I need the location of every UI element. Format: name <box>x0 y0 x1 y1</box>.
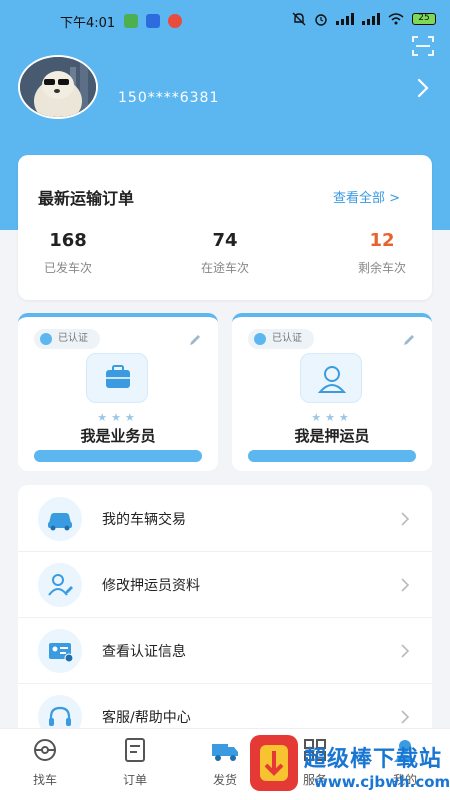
id-card-icon <box>38 629 82 673</box>
chevron-right-icon <box>401 578 410 592</box>
order-list-icon <box>125 738 145 762</box>
car-icon <box>38 497 82 541</box>
menu-item-certification[interactable]: 查看认证信息 <box>18 617 432 684</box>
rating-stars: ★★★ <box>311 411 353 424</box>
weibo-icon <box>168 14 182 28</box>
watermark-url: www.cjbwh.com <box>314 773 450 791</box>
menu-label: 查看认证信息 <box>102 644 186 660</box>
briefcase-icon <box>86 353 148 403</box>
edit-icon[interactable] <box>402 333 416 347</box>
orders-title: 最新运输订单 <box>38 189 135 208</box>
edit-icon[interactable] <box>188 333 202 347</box>
menu-item-vehicle-trade[interactable]: 我的车辆交易 <box>18 485 432 552</box>
steering-wheel-icon <box>34 739 56 761</box>
stat-value: 168 <box>49 230 87 251</box>
stat-label: 在途车次 <box>200 261 249 275</box>
status-bar: 下午4:01 25 <box>0 8 450 32</box>
status-time: 下午4:01 <box>60 16 116 31</box>
chevron-right-icon <box>401 512 410 526</box>
stat-value: 74 <box>212 230 238 251</box>
tab-label: 找车 <box>32 773 57 787</box>
role-name: 我是押运员 <box>294 427 370 445</box>
verified-label: 已认证 <box>272 333 302 344</box>
signal-icon <box>362 13 380 25</box>
signal-icon <box>336 13 354 25</box>
view-all-link[interactable]: 查看全部 > <box>333 187 400 206</box>
verified-badge: 已认证 <box>34 329 100 349</box>
app-notification-icon <box>124 14 138 28</box>
chevron-right-icon <box>401 710 410 724</box>
tab-label: 订单 <box>122 773 147 787</box>
role-progress-bar <box>248 450 416 462</box>
chevron-right-icon[interactable] <box>416 78 430 98</box>
user-edit-icon <box>38 563 82 607</box>
app-notification-icon <box>146 14 160 28</box>
download-logo-icon <box>250 735 298 791</box>
tab-orders[interactable]: 订单 <box>90 737 180 788</box>
watermark-title: 超级棒下载站 <box>304 747 443 772</box>
stat-label: 剩余车次 <box>357 261 406 275</box>
menu-label: 修改押运员资料 <box>102 578 200 594</box>
role-name: 我是业务员 <box>80 427 156 445</box>
battery-icon: 25 <box>412 13 436 25</box>
avatar[interactable] <box>18 55 98 119</box>
transport-orders-card: 最新运输订单 查看全部 > 168 已发车次 74 在途车次 12 剩余车次 <box>18 155 432 300</box>
check-icon <box>254 333 266 345</box>
stat-in-transit[interactable]: 74 在途车次 <box>188 230 262 276</box>
wifi-icon <box>388 13 404 25</box>
scan-icon[interactable] <box>412 36 434 56</box>
alarm-icon <box>315 14 327 26</box>
menu-label: 我的车辆交易 <box>102 512 186 528</box>
rating-stars: ★★★ <box>97 411 139 424</box>
person-icon <box>300 353 362 403</box>
verified-label: 已认证 <box>58 333 88 344</box>
stat-dispatched[interactable]: 168 已发车次 <box>38 230 98 276</box>
menu-label: 客服/帮助中心 <box>102 710 191 726</box>
mute-icon <box>292 12 306 26</box>
role-progress-bar <box>34 450 202 462</box>
check-icon <box>40 333 52 345</box>
site-watermark: 超级棒下载站 www.cjbwh.com <box>250 733 450 797</box>
phone-number: 150****6381 <box>118 90 220 106</box>
role-card-salesman[interactable]: 已认证 ★★★ 我是业务员 <box>18 313 218 471</box>
tab-find-car[interactable]: 找车 <box>0 737 90 788</box>
stat-value: 12 <box>369 230 395 251</box>
menu-list: 我的车辆交易 修改押运员资料 查看认证信息 客服/帮助中心 <box>18 485 432 745</box>
menu-item-edit-escort[interactable]: 修改押运员资料 <box>18 551 432 618</box>
verified-badge: 已认证 <box>248 329 314 349</box>
truck-icon <box>212 744 238 761</box>
stat-remaining[interactable]: 12 剩余车次 <box>352 230 412 276</box>
chevron-right-icon <box>401 644 410 658</box>
role-card-escort[interactable]: 已认证 ★★★ 我是押运员 <box>232 313 432 471</box>
stat-label: 已发车次 <box>43 261 92 275</box>
